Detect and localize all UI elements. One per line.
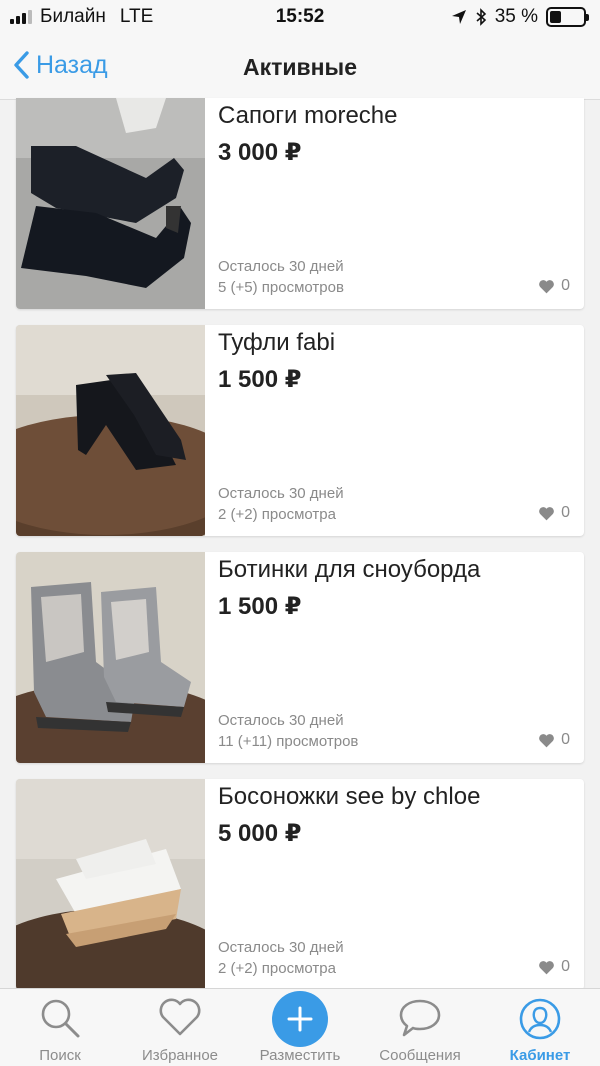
tab-label: Разместить — [259, 1047, 341, 1064]
heart-icon — [539, 506, 554, 520]
heart-icon — [539, 733, 554, 747]
listing-views: 5 (+5) просмотров — [218, 279, 344, 296]
listing-time-left: Осталось 30 дней — [218, 712, 344, 729]
tab-label: Сообщения — [379, 1047, 461, 1064]
listing-price: 1 500 ₽ — [218, 593, 302, 620]
listing-likes[interactable]: 0 — [538, 958, 570, 976]
listing-photo-boots — [16, 98, 205, 309]
likes-count: 0 — [561, 504, 570, 521]
listing-likes[interactable]: 0 — [538, 504, 570, 522]
listing-likes[interactable]: 0 — [538, 277, 570, 295]
listing-card[interactable]: Босоножки see by chloe 5 000 ₽ Осталось … — [16, 779, 584, 990]
navigation-bar: Назад Активные — [0, 36, 600, 100]
tab-favorites[interactable]: Избранное — [120, 989, 240, 1066]
listing-card[interactable]: Ботинки для сноуборда 1 500 ₽ Осталось 3… — [16, 552, 584, 763]
likes-count: 0 — [561, 731, 570, 748]
listing-views: 2 (+2) просмотра — [218, 960, 336, 977]
tab-post-ad[interactable]: Разместить — [240, 989, 360, 1066]
listing-photo-sandals — [16, 779, 205, 990]
tab-label: Поиск — [39, 1047, 81, 1064]
listing-views: 11 (+11) просмотров — [218, 733, 359, 750]
tab-cabinet[interactable]: Кабинет — [480, 989, 600, 1066]
tab-label: Кабинет — [509, 1047, 571, 1064]
listing-price: 3 000 ₽ — [218, 139, 302, 166]
tab-bar: Поиск Избранное Разместить Сообщения Каб… — [0, 988, 600, 1066]
listing-title: Сапоги moreche — [218, 102, 398, 129]
battery-percent: 35 % — [494, 6, 538, 27]
heart-icon — [159, 998, 201, 1036]
likes-count: 0 — [561, 958, 570, 975]
heart-icon — [539, 960, 554, 974]
bluetooth-icon — [476, 8, 486, 26]
page-title: Активные — [243, 54, 357, 80]
tab-search[interactable]: Поиск — [0, 989, 120, 1066]
chat-bubble-icon — [399, 999, 441, 1037]
tab-messages[interactable]: Сообщения — [360, 989, 480, 1066]
listing-views: 2 (+2) просмотра — [218, 506, 336, 523]
profile-icon — [519, 998, 561, 1040]
listing-photo-snowboard-boots — [16, 552, 205, 763]
listing-card[interactable]: Туфли fabi 1 500 ₽ Осталось 30 дней 2 (+… — [16, 325, 584, 536]
search-icon — [41, 999, 80, 1038]
listing-price: 1 500 ₽ — [218, 366, 302, 393]
heart-icon — [539, 279, 554, 293]
status-right: 35 % — [451, 6, 589, 28]
listing-price: 5 000 ₽ — [218, 820, 302, 847]
status-bar: Билайн LTE 15:52 35 % — [0, 0, 600, 36]
plus-icon — [272, 991, 328, 1047]
tab-label: Избранное — [141, 1047, 219, 1064]
listing-title: Ботинки для сноуборда — [218, 556, 481, 583]
listing-photo-heels — [16, 325, 205, 536]
listing-time-left: Осталось 30 дней — [218, 485, 344, 502]
battery-icon — [546, 7, 589, 27]
listing-time-left: Осталось 30 дней — [218, 939, 344, 956]
likes-count: 0 — [561, 277, 570, 294]
listing-title: Босоножки see by chloe — [218, 783, 481, 810]
listing-card[interactable]: Сапоги moreche 3 000 ₽ Осталось 30 дней … — [16, 98, 584, 309]
listing-time-left: Осталось 30 дней — [218, 258, 344, 275]
listing-title: Туфли fabi — [218, 329, 336, 356]
location-arrow-icon — [451, 10, 466, 24]
listing-likes[interactable]: 0 — [538, 731, 570, 749]
